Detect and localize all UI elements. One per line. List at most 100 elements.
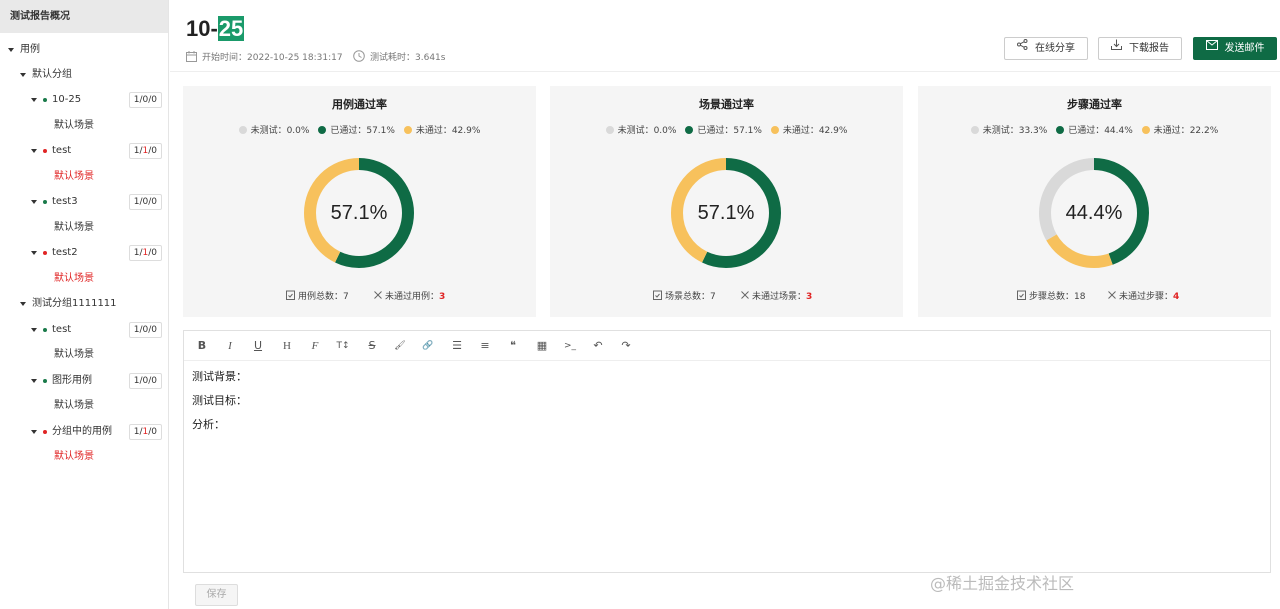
failed-count: 未通过场景：3 (741, 289, 812, 302)
tree-label: 10-25 (52, 94, 82, 105)
tree-node-scene[interactable]: 默认场景 (0, 168, 168, 186)
tree-label: test3 (52, 196, 78, 207)
table-icon[interactable]: ▦ (533, 337, 551, 355)
caret-down-icon[interactable] (31, 379, 37, 383)
rich-text-editor[interactable]: B I U H F T↕ S 🖌 🔗 ☰ ≡ ❝ ▦ >_ ↶ ↷ 测试背景： … (183, 330, 1271, 573)
mail-icon (1205, 37, 1218, 58)
watermark: @稀土掘金技术社区 (930, 574, 1075, 593)
tree-node-scene[interactable]: 默认场景 (0, 448, 168, 466)
tree-node-scene[interactable]: 默认场景 (0, 346, 168, 364)
fail-dot-icon (43, 430, 47, 434)
font-icon[interactable]: F (306, 337, 324, 355)
pass-dot-icon (43, 200, 47, 204)
legend-swatch-icon (685, 126, 694, 134)
tree-node-case[interactable]: test 1/1/0 (0, 142, 168, 160)
close-icon (1108, 291, 1116, 302)
legend-swatch-icon (770, 126, 779, 134)
italic-icon[interactable]: I (221, 337, 239, 355)
caret-down-icon[interactable] (20, 302, 26, 306)
report-title: 10-25 (186, 16, 245, 41)
tree-label: 用例 (20, 44, 40, 55)
card-title: 场景通过率 (699, 98, 754, 111)
heading-icon[interactable]: H (278, 337, 296, 355)
tree-label: 图形用例 (52, 375, 92, 386)
editor-content[interactable]: 测试背景： 测试目标： 分析： (192, 369, 247, 441)
fail-dot-icon (43, 149, 47, 153)
tree-label: 默认场景 (54, 171, 94, 182)
tree-node-case[interactable]: test3 1/0/0 (0, 193, 168, 211)
tree-label: 默认分组 (32, 69, 72, 80)
legend-passed[interactable]: 已通过：57.1% (318, 123, 395, 136)
legend-swatch-icon (970, 126, 979, 134)
tree-node-group[interactable]: 默认分组 (0, 66, 168, 84)
tree-label: 默认场景 (54, 222, 94, 233)
download-report-button[interactable]: 下载报告 (1098, 37, 1182, 60)
tree-node-scene[interactable]: 默认场景 (0, 117, 168, 135)
tree-node-group[interactable]: 测试分组1111111 (0, 295, 168, 313)
send-email-button[interactable]: 发送邮件 (1193, 37, 1277, 60)
legend-swatch-icon (1056, 126, 1065, 134)
tree-node-case[interactable]: 图形用例 1/0/0 (0, 372, 168, 390)
caret-down-icon[interactable] (31, 98, 37, 102)
save-button[interactable]: 保存 (195, 584, 238, 606)
align-icon[interactable]: ≡ (476, 337, 494, 355)
share-icon (1017, 37, 1028, 58)
count-badge: 1/0/0 (128, 322, 162, 338)
legend-failed[interactable]: 未通过：42.9% (770, 123, 847, 136)
chart-legend: 未测试：33.3% 已通过：44.4% 未通过：22.2% (918, 123, 1271, 136)
tree-label: test (52, 324, 72, 335)
tree-node-case[interactable]: test2 1/1/0 (0, 244, 168, 262)
caret-down-icon[interactable] (31, 149, 37, 153)
clock-icon (353, 50, 365, 65)
tree-node-case[interactable]: 分组中的用例 1/1/0 (0, 423, 168, 441)
brush-icon[interactable]: 🖌 (391, 337, 409, 355)
legend-untested[interactable]: 未测试：0.0% (238, 123, 309, 136)
legend-untested[interactable]: 未测试：33.3% (970, 123, 1047, 136)
tree-node-scene[interactable]: 默认场景 (0, 219, 168, 237)
editor-line: 测试目标： (192, 394, 247, 407)
strikethrough-icon[interactable]: S (363, 337, 381, 355)
donut-center-value: 44.4% (1065, 202, 1123, 224)
bulleted-list-icon[interactable]: ☰ (448, 337, 466, 355)
quote-icon[interactable]: ❝ (504, 337, 522, 355)
sidebar-title: 测试报告概况 (0, 0, 168, 33)
card-title: 步骤通过率 (1067, 98, 1122, 111)
tree-node-case[interactable]: 10-25 1/0/0 (0, 91, 168, 109)
redo-icon[interactable]: ↷ (617, 337, 635, 355)
tree-node-case[interactable]: test 1/0/0 (0, 321, 168, 339)
tree-node-scene[interactable]: 默认场景 (0, 270, 168, 288)
legend-swatch-icon (1141, 126, 1150, 134)
tree-label: 默认场景 (54, 273, 94, 284)
legend-failed[interactable]: 未通过：22.2% (1141, 123, 1218, 136)
underline-icon[interactable]: U (249, 337, 267, 355)
font-size-icon[interactable]: T↕ (334, 337, 352, 355)
caret-down-icon[interactable] (31, 251, 37, 255)
caret-down-icon[interactable] (8, 48, 14, 52)
caret-down-icon[interactable] (31, 200, 37, 204)
code-icon[interactable]: >_ (561, 337, 579, 355)
download-icon (1111, 37, 1122, 58)
caret-down-icon[interactable] (31, 430, 37, 434)
bold-icon[interactable]: B (193, 337, 211, 355)
caret-down-icon[interactable] (31, 328, 37, 332)
pass-dot-icon (43, 379, 47, 383)
legend-passed[interactable]: 已通过：57.1% (685, 123, 762, 136)
main-panel: 10-25 开始时间：2022-10-25 18:31:17 测试耗时：3.64… (170, 0, 1280, 609)
legend-failed[interactable]: 未通过：42.9% (403, 123, 480, 136)
tree-node-scene[interactable]: 默认场景 (0, 397, 168, 415)
legend-untested[interactable]: 未测试：0.0% (605, 123, 676, 136)
close-icon (374, 291, 382, 302)
count-badge: 1/0/0 (128, 194, 162, 210)
total-count: 场景总数：7 (653, 289, 716, 303)
link-icon[interactable]: 🔗 (419, 337, 437, 355)
tree-node-root[interactable]: 用例 (0, 41, 168, 59)
share-online-button[interactable]: 在线分享 (1004, 37, 1088, 60)
clipboard-check-icon (653, 290, 662, 303)
caret-down-icon[interactable] (20, 73, 26, 77)
clipboard-check-icon (1017, 290, 1026, 303)
undo-icon[interactable]: ↶ (589, 337, 607, 355)
legend-passed[interactable]: 已通过：44.4% (1056, 123, 1133, 136)
failed-count: 未通过步骤：4 (1108, 289, 1179, 302)
report-app: 测试报告概况 用例 默认分组 10-25 1/0/0 默认场景 test 1/1… (0, 0, 1280, 609)
editor-line: 测试背景： (192, 370, 247, 383)
